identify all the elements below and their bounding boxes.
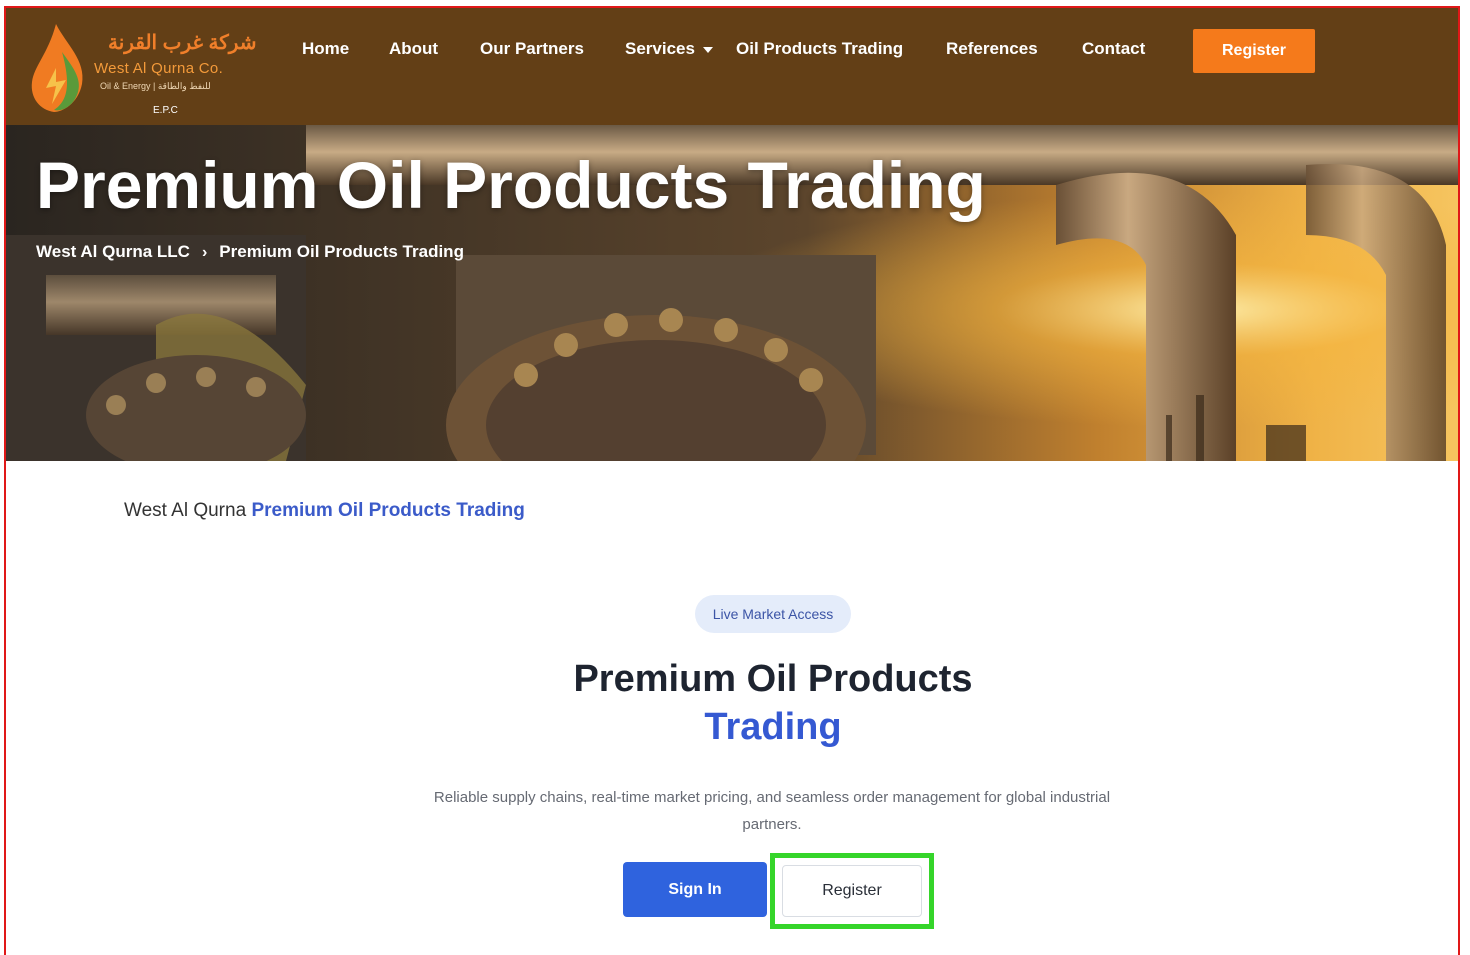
brand-english-name: West Al Qurna Co. xyxy=(94,60,224,77)
nav-references[interactable]: References xyxy=(946,38,1038,60)
breadcrumb-home-link[interactable]: West Al Qurna LLC xyxy=(36,242,190,261)
nav-contact[interactable]: Contact xyxy=(1082,38,1145,60)
nav-home[interactable]: Home xyxy=(302,38,349,60)
register-button[interactable]: Register xyxy=(782,865,922,917)
caret-down-icon xyxy=(702,46,713,53)
hero-banner: Premium Oil Products Trading West Al Qur… xyxy=(6,125,1458,461)
breadcrumb-current: Premium Oil Products Trading xyxy=(219,242,464,261)
nav-services-label: Services xyxy=(625,39,695,58)
site-header: شركة غرب القرنة West Al Qurna Co. Oil & … xyxy=(6,8,1458,125)
nav-about[interactable]: About xyxy=(389,38,438,60)
brand-arabic-name: شركة غرب القرنة xyxy=(108,32,257,54)
live-market-badge: Live Market Access xyxy=(695,595,851,633)
page-frame: شركة غرب القرنة West Al Qurna Co. Oil & … xyxy=(4,6,1460,955)
intro-line: West Al Qurna Premium Oil Products Tradi… xyxy=(124,500,525,522)
brand-suffix: E.P.C xyxy=(153,105,178,116)
flame-logo-icon xyxy=(31,24,83,112)
brand-logo[interactable]: شركة غرب القرنة West Al Qurna Co. Oil & … xyxy=(22,18,262,118)
sign-in-button[interactable]: Sign In xyxy=(623,862,767,917)
nav-our-partners[interactable]: Our Partners xyxy=(480,38,584,60)
header-register-button[interactable]: Register xyxy=(1193,29,1315,73)
breadcrumb-separator-icon: › xyxy=(201,244,208,261)
section-heading-accent: Trading xyxy=(704,706,842,748)
intro-prefix: West Al Qurna xyxy=(124,500,247,521)
section-heading: Premium Oil Products xyxy=(573,658,973,700)
hero-title: Premium Oil Products Trading xyxy=(36,148,986,222)
brand-tagline: Oil & Energy | للنفط والطاقة xyxy=(100,81,211,91)
intro-link[interactable]: Premium Oil Products Trading xyxy=(251,500,524,521)
nav-services[interactable]: Services xyxy=(625,38,713,60)
section-description: Reliable supply chains, real-time market… xyxy=(433,789,1111,833)
breadcrumb: West Al Qurna LLC › Premium Oil Products T… xyxy=(36,242,464,262)
register-button-highlight[interactable]: Register xyxy=(770,853,934,929)
nav-oil-products-trading[interactable]: Oil Products Trading xyxy=(736,38,903,60)
